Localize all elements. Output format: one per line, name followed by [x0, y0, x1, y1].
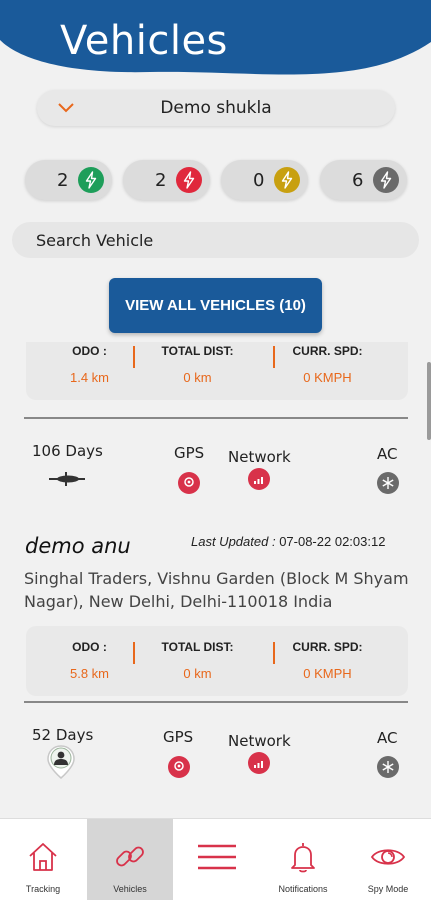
nav-spy-mode[interactable]: Spy Mode [345, 819, 431, 900]
status-count: 2 [155, 170, 167, 191]
nav-label: Vehicles [113, 884, 147, 894]
bolt-icon [274, 167, 300, 193]
gps-icon [178, 472, 200, 494]
bolt-icon [176, 167, 202, 193]
search-bar [12, 222, 419, 258]
status-count: 2 [57, 170, 69, 191]
days-label: 52 Days [32, 726, 94, 744]
nav-tracking[interactable]: Tracking [0, 819, 86, 900]
last-updated-label: Last Updated : [191, 534, 276, 549]
eye-icon [370, 849, 406, 865]
page-title: Vehicles [60, 18, 228, 64]
speed-value: 0 KMPH [303, 370, 352, 385]
total-dist-label: TOTAL DIST: [161, 344, 234, 358]
account-name: Demo shukla [160, 98, 272, 118]
search-input[interactable] [12, 222, 419, 258]
total-dist-stat: TOTAL DIST: 0 km [134, 342, 261, 400]
account-selector[interactable]: Demo shukla [37, 90, 395, 126]
bike-icon [49, 472, 85, 486]
bolt-icon [78, 167, 104, 193]
status-filter-offline[interactable]: 6 [320, 160, 407, 200]
nav-label: Spy Mode [367, 884, 409, 894]
total-dist-value: 0 km [183, 370, 212, 385]
days-label: 106 Days [32, 442, 103, 460]
nav-label: Tracking [25, 884, 61, 894]
status-count: 6 [352, 170, 364, 191]
snowflake-icon [377, 756, 399, 778]
nav-label: Notifications [278, 884, 328, 894]
signal-icon [248, 752, 270, 774]
home-icon [29, 843, 57, 871]
ac-label: AC [377, 729, 398, 747]
speed-label: CURR. SPD: [292, 344, 363, 358]
network-label: Network [228, 448, 291, 466]
last-updated-value: 07-08-22 02:03:12 [279, 534, 386, 549]
status-filter-running[interactable]: 2 [25, 160, 112, 200]
person-icon [47, 745, 75, 779]
link-icon [116, 846, 144, 867]
bolt-icon [373, 167, 399, 193]
vehicle-stats: ODO : 1.4 km TOTAL DIST: 0 km CURR. SPD:… [26, 342, 408, 400]
nav-menu[interactable] [174, 819, 260, 900]
speed-label: CURR. SPD: [292, 640, 363, 654]
total-dist-label: TOTAL DIST: [161, 640, 234, 654]
total-dist-value: 0 km [183, 666, 212, 681]
status-count: 0 [253, 170, 265, 191]
gps-label: GPS [174, 444, 205, 462]
bottom-nav: Tracking Vehicles Notifications Spy Mode [0, 818, 431, 900]
scrollbar[interactable] [427, 362, 431, 440]
nav-vehicles[interactable]: Vehicles [87, 819, 173, 900]
divider [24, 701, 408, 703]
nav-notifications[interactable]: Notifications [260, 819, 346, 900]
network-label: Network [228, 732, 291, 750]
total-dist-stat: TOTAL DIST: 0 km [134, 626, 261, 696]
vehicle-stats: ODO : 5.8 km TOTAL DIST: 0 km CURR. SPD:… [26, 626, 408, 696]
bell-icon [291, 843, 315, 873]
vehicle-address: Singhal Traders, Vishnu Garden (Block M … [24, 569, 409, 611]
status-filter-idle[interactable]: 0 [221, 160, 308, 200]
ac-label: AC [377, 445, 398, 463]
status-filter-stopped[interactable]: 2 [123, 160, 210, 200]
gps-icon [168, 756, 190, 778]
gps-label: GPS [163, 728, 194, 746]
vehicle-name[interactable]: demo anu [25, 534, 131, 558]
speed-stat: CURR. SPD: 0 KMPH [264, 342, 391, 400]
menu-icon [198, 844, 236, 870]
last-updated: Last Updated : 07-08-22 02:03:12 [191, 534, 385, 549]
snowflake-icon [377, 472, 399, 494]
view-all-vehicles-button[interactable]: VIEW ALL VEHICLES (10) [109, 278, 322, 333]
speed-value: 0 KMPH [303, 666, 352, 681]
speed-stat: CURR. SPD: 0 KMPH [264, 626, 391, 696]
divider [24, 417, 408, 419]
vehicle-list[interactable]: ODO : 1.4 km TOTAL DIST: 0 km CURR. SPD:… [0, 342, 431, 818]
signal-icon [248, 468, 270, 490]
